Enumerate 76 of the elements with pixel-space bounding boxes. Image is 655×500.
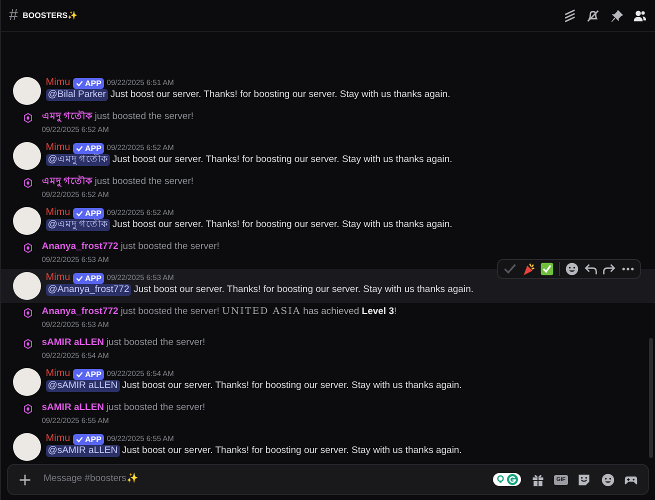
message-text: Just boost our server. Thanks! for boosting our server. Stay with us thanks again. <box>122 445 462 457</box>
avatar[interactable] <box>13 433 41 461</box>
author-name[interactable]: Mimu <box>46 142 70 154</box>
boost-gem-icon <box>24 404 32 414</box>
threads-icon[interactable] <box>562 8 576 22</box>
check-icon <box>76 80 83 86</box>
check-icon <box>76 210 83 216</box>
username[interactable]: sAMIR aLLEN <box>42 337 104 349</box>
check-icon <box>76 436 83 442</box>
boost-text: just boosted the server! <box>94 111 194 123</box>
message-text: Just boost our server. Thanks! for boosting our server. Stay with us thanks again. <box>110 89 450 101</box>
emoji-icon[interactable] <box>600 472 614 486</box>
boost-gem-icon <box>24 339 32 350</box>
boost-text: just boosted the server! <box>120 241 220 253</box>
boost-text: just boosted the server! <box>106 402 206 414</box>
boost-text: just boosted the server! <box>120 306 220 318</box>
pin-icon[interactable] <box>610 8 624 22</box>
g-logo-icon <box>507 474 518 485</box>
app-badge: APP <box>72 208 104 218</box>
message-text: Just boost our server. Thanks! for boosting our server. Stay with us thanks again. <box>122 380 462 392</box>
forward-icon[interactable] <box>602 262 616 276</box>
message-text: Just boost our server. Thanks! for boosting our server. Stay with us thanks again. <box>112 154 452 166</box>
author-name[interactable]: Mimu <box>46 368 70 380</box>
author-name[interactable]: Mimu <box>46 77 70 89</box>
app-badge: APP <box>72 78 104 88</box>
username[interactable]: Ananya_frost772 <box>42 241 118 253</box>
app-badge: APP <box>72 434 104 444</box>
author-name[interactable]: Mimu <box>46 207 70 219</box>
app-badge: APP <box>72 142 104 154</box>
gift-icon[interactable] <box>530 472 545 486</box>
check-icon <box>76 144 83 152</box>
achievement-text: has achieved Level 3! <box>303 306 397 318</box>
app-badge: APP <box>72 272 104 284</box>
sticker-icon[interactable] <box>577 472 591 486</box>
lightbulb-icon <box>496 475 505 484</box>
message-text: Just boost our server. Thanks! for boosting our server. Stay with us thanks again. <box>112 219 452 231</box>
party-popper-icon[interactable] <box>522 262 536 276</box>
user-mention[interactable]: @sAMIR aLLEN <box>46 445 120 457</box>
grammar-assistant-badge[interactable] <box>492 473 522 486</box>
emoji-icon[interactable] <box>564 262 579 276</box>
avatar[interactable] <box>13 77 41 105</box>
avatar[interactable] <box>13 272 41 300</box>
channel-name: BOOSTERS✨ <box>22 10 78 22</box>
author-name[interactable]: Mimu <box>46 433 70 445</box>
boost-text: just boosted the server! <box>94 176 194 188</box>
scrollbar-thumb[interactable] <box>649 338 653 458</box>
username[interactable]: এমদু গতৌক <box>42 111 92 123</box>
mute-bell-icon[interactable] <box>586 8 600 22</box>
boost-gem-icon <box>24 178 32 188</box>
user-mention[interactable]: @এমদু গতৌক <box>46 219 110 231</box>
boost-gem-icon <box>24 113 32 124</box>
checkbox-icon[interactable] <box>540 262 554 276</box>
server-name: UNITED ASIA <box>222 306 301 318</box>
user-mention[interactable]: @Ananya_frost772 <box>46 284 132 296</box>
avatar[interactable] <box>13 207 41 235</box>
app-badge: APP <box>72 368 104 380</box>
check-icon <box>76 274 83 282</box>
username[interactable]: sAMIR aLLEN <box>42 402 104 414</box>
check-icon <box>76 370 83 378</box>
boost-gem-icon <box>24 308 32 318</box>
plus-icon[interactable] <box>18 472 32 486</box>
username[interactable]: এমদু গতৌক <box>42 176 92 188</box>
message-text: Just boost our server. Thanks! for boosting our server. Stay with us thanks again. <box>134 284 474 296</box>
reply-icon[interactable] <box>584 262 598 276</box>
user-mention[interactable]: @এমদু গতৌক <box>46 154 110 166</box>
boost-gem-icon <box>24 243 32 254</box>
hash-icon: # <box>9 8 18 24</box>
username[interactable]: Ananya_frost772 <box>42 306 118 318</box>
boost-text: just boosted the server! <box>106 337 206 349</box>
members-icon[interactable] <box>633 8 647 22</box>
author-name[interactable]: Mimu <box>46 272 70 284</box>
user-mention[interactable]: @Bilal Parker <box>46 89 108 101</box>
user-mention[interactable]: @sAMIR aLLEN <box>46 380 120 392</box>
avatar[interactable] <box>13 368 41 396</box>
avatar[interactable] <box>13 142 41 170</box>
check-icon[interactable] <box>502 262 517 276</box>
